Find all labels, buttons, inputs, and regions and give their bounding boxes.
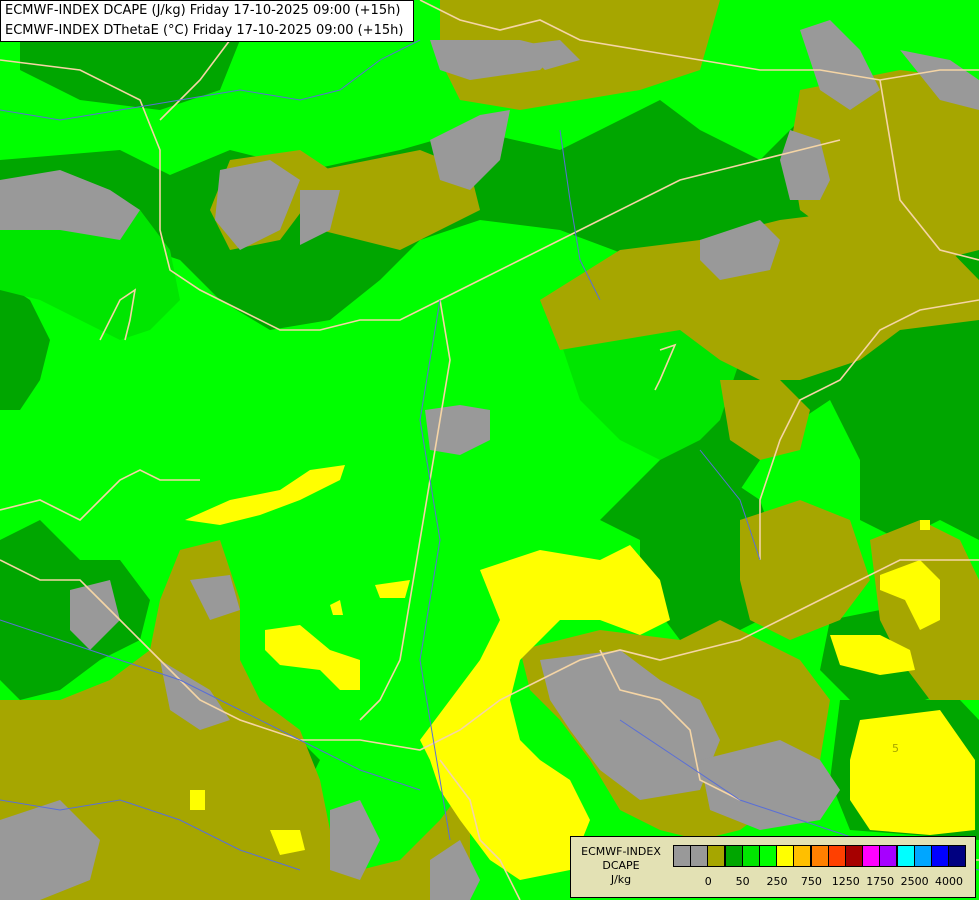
legend-swatch (793, 845, 812, 867)
legend-swatch (879, 845, 898, 867)
dcape-map: 5 (0, 0, 979, 900)
legend-unit: J/kg (610, 873, 632, 886)
legend-tick-label: 0 (704, 875, 712, 888)
legend-swatch (810, 845, 829, 867)
legend-tick-label: 50 (735, 875, 750, 888)
title-line-dthetae: ECMWF-INDEX DThetaE (°C) Friday 17-10-20… (5, 23, 404, 38)
legend-model: ECMWF-INDEX (581, 845, 661, 858)
legend-swatch (776, 845, 795, 867)
legend-swatch (724, 845, 743, 867)
legend-title: ECMWF-INDEX DCAPE J/kg (575, 845, 667, 887)
legend-tick-label: 2500 (900, 875, 929, 888)
legend-swatch (707, 845, 726, 867)
legend-swatch (741, 845, 760, 867)
legend-swatch (673, 845, 691, 867)
legend-swatch (913, 845, 932, 867)
legend-tick-label: 4000 (935, 875, 963, 888)
legend-swatch (827, 845, 846, 867)
legend-swatch (759, 845, 777, 867)
legend: ECMWF-INDEX DCAPE J/kg 0 50 250 750 1250 1750… (570, 836, 976, 898)
legend-swatch (948, 845, 967, 867)
legend-swatch (896, 845, 915, 867)
legend-tick-label: 1750 (866, 875, 895, 888)
legend-swatch (862, 845, 881, 867)
legend-swatch (690, 845, 709, 867)
legend-tick-label: 250 (766, 875, 788, 888)
legend-tick-label: 1250 (831, 875, 860, 888)
legend-tick-label: 750 (800, 875, 822, 888)
legend-swatch (845, 845, 863, 867)
map-title-box: ECMWF-INDEX DCAPE (J/kg) Friday 17-10-20… (0, 0, 414, 42)
legend-swatch (931, 845, 949, 867)
title-line-dcape: ECMWF-INDEX DCAPE (J/kg) Friday 17-10-20… (5, 3, 401, 18)
legend-parameter: DCAPE (602, 859, 640, 872)
contour-label: 5 (892, 742, 899, 755)
